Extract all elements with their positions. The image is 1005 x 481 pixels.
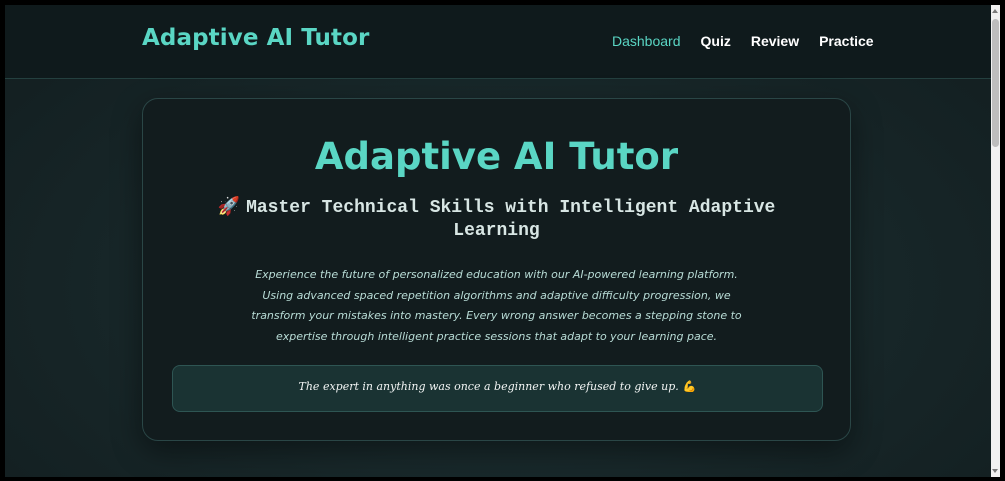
quote-text: The expert in anything was once a beginn… bbox=[298, 380, 679, 393]
hero-subtitle-text: Master Technical Skills with Intelligent… bbox=[246, 198, 776, 241]
nav-link-practice[interactable]: Practice bbox=[819, 33, 873, 49]
scroll-down-arrow-icon[interactable] bbox=[992, 469, 998, 473]
rocket-icon: 🚀 bbox=[217, 198, 241, 218]
vertical-scrollbar[interactable] bbox=[991, 5, 1000, 477]
scrollbar-thumb[interactable] bbox=[992, 19, 999, 147]
nav-link-review[interactable]: Review bbox=[751, 33, 799, 49]
nav-link-quiz[interactable]: Quiz bbox=[701, 33, 731, 49]
flexed-biceps-icon: 💪 bbox=[682, 380, 697, 393]
hero-card: Adaptive AI Tutor 🚀 Master Technical Skil… bbox=[142, 98, 851, 441]
scroll-up-arrow-icon[interactable] bbox=[992, 9, 998, 13]
nav-links: Dashboard Quiz Review Practice bbox=[612, 33, 894, 49]
brand-logo[interactable]: Adaptive AI Tutor bbox=[142, 25, 369, 51]
hero-description: Experience the future of personalized ed… bbox=[251, 268, 742, 343]
top-navbar: Adaptive AI Tutor Dashboard Quiz Review … bbox=[5, 5, 991, 79]
hero-title: Adaptive AI Tutor bbox=[314, 135, 679, 178]
motivational-quote: The expert in anything was once a beginn… bbox=[173, 380, 822, 393]
hero-subtitle: 🚀 Master Technical Skills with Intelligen… bbox=[173, 197, 820, 243]
browser-viewport: Adaptive AI Tutor Dashboard Quiz Review … bbox=[5, 5, 1000, 477]
nav-link-dashboard[interactable]: Dashboard bbox=[612, 33, 681, 49]
motivational-quote-box: The expert in anything was once a beginn… bbox=[172, 365, 823, 412]
